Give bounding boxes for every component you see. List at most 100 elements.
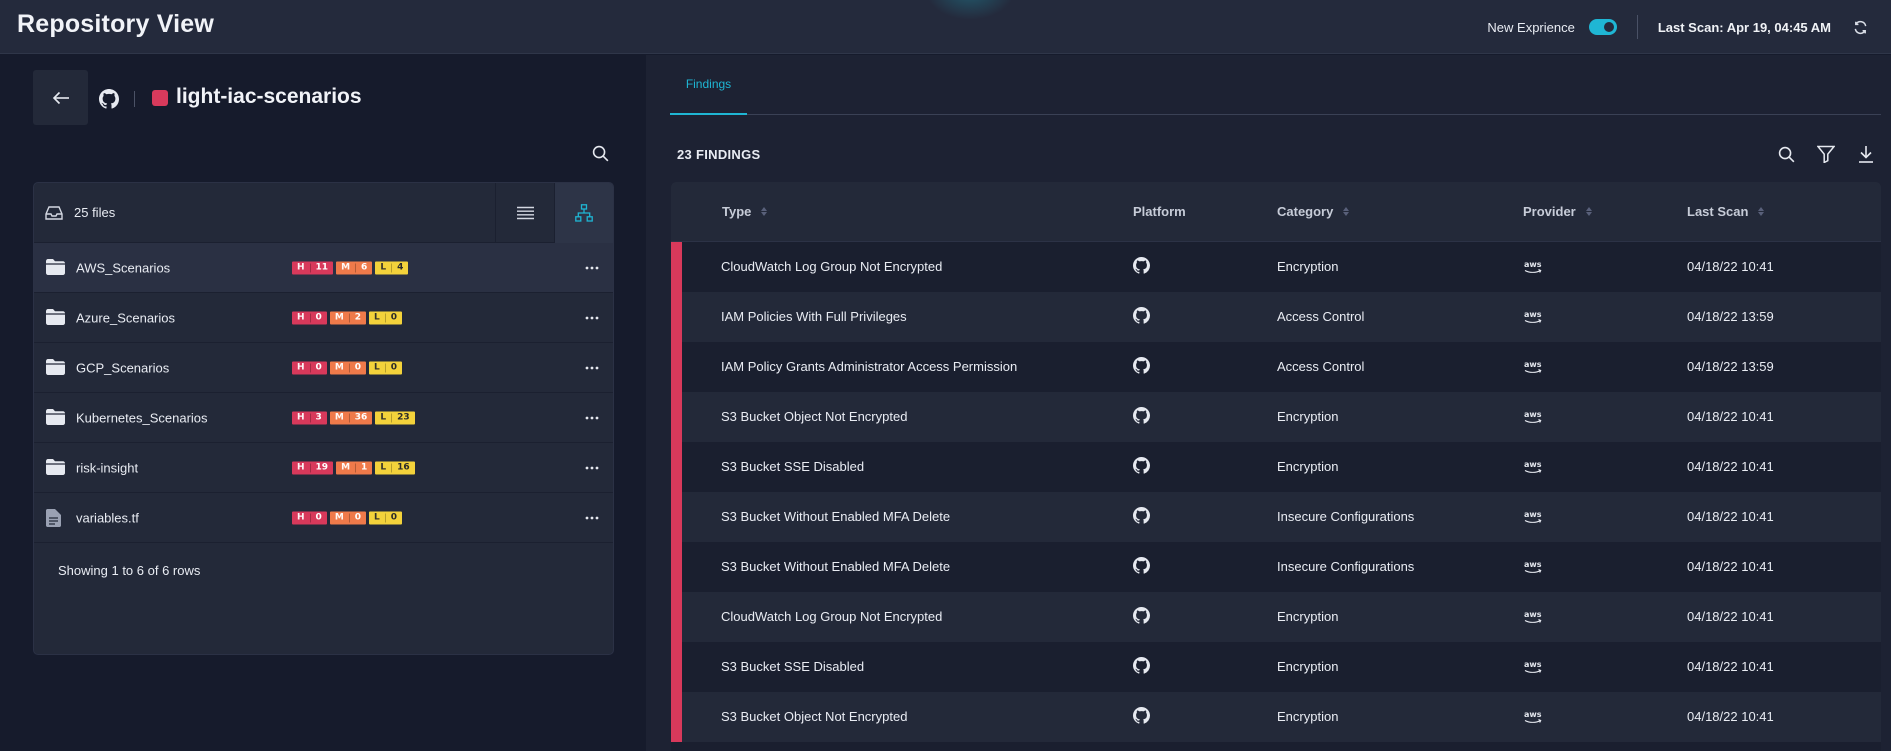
back-button[interactable] — [33, 70, 88, 125]
aws-icon: aws — [1523, 408, 1543, 429]
finding-last-scan: 04/18/22 10:41 — [1687, 709, 1774, 724]
finding-row[interactable]: IAM Policies With Full Privileges Access … — [671, 292, 1881, 342]
pagination-summary: Showing 1 to 6 of 6 rows — [58, 562, 201, 578]
aws-icon: aws — [1523, 358, 1543, 379]
findings-table-body: CloudWatch Log Group Not Encrypted Encryp… — [671, 242, 1881, 742]
more-options-icon[interactable] — [584, 411, 600, 425]
list-view-button[interactable] — [495, 183, 554, 243]
high-severity-indicator — [671, 592, 682, 642]
high-severity-indicator — [671, 242, 682, 292]
file-name[interactable]: Azure_Scenarios — [76, 310, 175, 325]
finding-row[interactable]: S3 Bucket SSE Disabled Encryption aws 04/18… — [671, 442, 1881, 492]
finding-row[interactable]: S3 Bucket Object Not Encrypted Encryption… — [671, 392, 1881, 442]
sort-icon[interactable] — [1585, 207, 1592, 216]
finding-type[interactable]: CloudWatch Log Group Not Encrypted — [721, 259, 942, 274]
aws-icon: aws — [1523, 658, 1543, 679]
finding-type[interactable]: S3 Bucket Object Not Encrypted — [721, 709, 907, 724]
svg-text:aws: aws — [1524, 710, 1542, 719]
low-severity-badge: L0 — [369, 311, 403, 324]
finding-row[interactable]: IAM Policy Grants Administrator Access P… — [671, 342, 1881, 392]
high-severity-indicator — [671, 642, 682, 692]
file-row[interactable]: GCP_Scenarios H0 M0 L0 — [34, 343, 613, 393]
last-scan-label: Last Scan: Apr 19, 04:45 AM — [1657, 19, 1831, 35]
github-icon — [1133, 307, 1151, 327]
file-name[interactable]: Kubernetes_Scenarios — [76, 410, 208, 425]
finding-type[interactable]: S3 Bucket Object Not Encrypted — [721, 409, 907, 424]
medium-severity-badge: M2 — [329, 311, 367, 324]
finding-row[interactable]: S3 Bucket Object Not Encrypted Encryption… — [671, 692, 1881, 742]
search-icon[interactable] — [592, 145, 610, 163]
filter-icon[interactable] — [1817, 145, 1835, 163]
sort-icon[interactable] — [1343, 207, 1350, 216]
finding-type[interactable]: S3 Bucket Without Enabled MFA Delete — [721, 559, 950, 574]
finding-category: Encryption — [1277, 409, 1339, 424]
finding-type[interactable]: S3 Bucket SSE Disabled — [721, 659, 864, 674]
more-options-icon[interactable] — [584, 461, 600, 475]
finding-type[interactable]: S3 Bucket SSE Disabled — [721, 459, 864, 474]
column-provider[interactable]: Provider — [1523, 204, 1592, 219]
column-last-scan[interactable]: Last Scan — [1687, 204, 1765, 219]
file-name[interactable]: risk-insight — [76, 460, 138, 475]
github-icon — [1133, 257, 1151, 277]
finding-category: Access Control — [1277, 309, 1365, 324]
findings-toolbar — [1777, 145, 1875, 163]
file-name[interactable]: AWS_Scenarios — [76, 260, 170, 275]
arrow-left-icon — [52, 91, 69, 104]
finding-type[interactable]: IAM Policies With Full Privileges — [721, 309, 907, 324]
column-type[interactable]: Type — [722, 204, 768, 219]
download-icon[interactable] — [1857, 145, 1875, 163]
svg-text:aws: aws — [1524, 610, 1542, 619]
more-options-icon[interactable] — [584, 361, 600, 375]
github-icon — [1133, 657, 1151, 677]
finding-type[interactable]: CloudWatch Log Group Not Encrypted — [721, 609, 942, 624]
repo-color-marker — [152, 90, 168, 106]
sort-icon[interactable] — [761, 207, 768, 216]
finding-category: Encryption — [1277, 609, 1339, 624]
finding-row[interactable]: S3 Bucket Without Enabled MFA Delete Inse… — [671, 542, 1881, 592]
low-severity-badge: L0 — [369, 511, 403, 524]
high-severity-indicator — [671, 392, 682, 442]
search-icon[interactable] — [1777, 145, 1795, 163]
files-table: 25 files AWS_Scenarios H 11 M6 L 4 Azure… — [33, 182, 614, 655]
finding-type[interactable]: S3 Bucket Without Enabled MFA Delete — [721, 509, 950, 524]
more-options-icon[interactable] — [584, 311, 600, 325]
files-count: 25 files — [74, 205, 116, 220]
folder-icon — [46, 359, 65, 376]
finding-row[interactable]: S3 Bucket SSE Disabled Encryption aws 04/18… — [671, 642, 1881, 692]
finding-row[interactable]: CloudWatch Log Group Not Encrypted Encryp… — [671, 592, 1881, 642]
file-row[interactable]: AWS_Scenarios H 11 M6 L4 — [34, 243, 613, 293]
file-row[interactable]: variables.tf H0 M0 L0 — [34, 493, 613, 543]
github-icon — [1133, 707, 1151, 727]
finding-category: Insecure Configurations — [1277, 559, 1415, 574]
file-row[interactable]: Azure_Scenarios H0 M2 L0 — [34, 293, 613, 343]
finding-category: Encryption — [1277, 659, 1339, 674]
new-experience-toggle[interactable] — [1588, 19, 1617, 35]
low-severity-badge: L 23 — [375, 411, 415, 424]
severity-badges: H0 M0 L0 — [292, 511, 403, 524]
finding-category: Insecure Configurations — [1277, 509, 1415, 524]
finding-row[interactable]: CloudWatch Log Group Not Encrypted Encryp… — [671, 242, 1881, 292]
folder-icon — [46, 459, 65, 476]
more-options-icon[interactable] — [584, 511, 600, 525]
tab-findings[interactable]: Findings — [670, 55, 747, 115]
file-row[interactable]: risk-insight H 19 M1 L 16 — [34, 443, 613, 493]
refresh-icon[interactable] — [1853, 19, 1869, 35]
file-row[interactable]: Kubernetes_Scenarios H3 M 36 L 23 — [34, 393, 613, 443]
github-icon — [1133, 357, 1151, 377]
column-category[interactable]: Category — [1277, 204, 1350, 219]
more-options-icon[interactable] — [584, 261, 600, 275]
github-icon — [1133, 507, 1151, 527]
file-icon — [46, 509, 65, 527]
github-icon — [1133, 457, 1151, 477]
high-severity-indicator — [671, 292, 682, 342]
finding-type[interactable]: IAM Policy Grants Administrator Access P… — [721, 359, 1017, 374]
finding-row[interactable]: S3 Bucket Without Enabled MFA Delete Inse… — [671, 492, 1881, 542]
sort-icon[interactable] — [1758, 207, 1765, 216]
file-name[interactable]: variables.tf — [76, 510, 139, 525]
tree-view-button[interactable] — [554, 183, 613, 243]
header-divider — [1636, 15, 1638, 39]
svg-text:aws: aws — [1524, 310, 1542, 319]
github-icon — [99, 89, 120, 109]
high-severity-indicator — [671, 692, 682, 742]
file-name[interactable]: GCP_Scenarios — [76, 360, 169, 375]
